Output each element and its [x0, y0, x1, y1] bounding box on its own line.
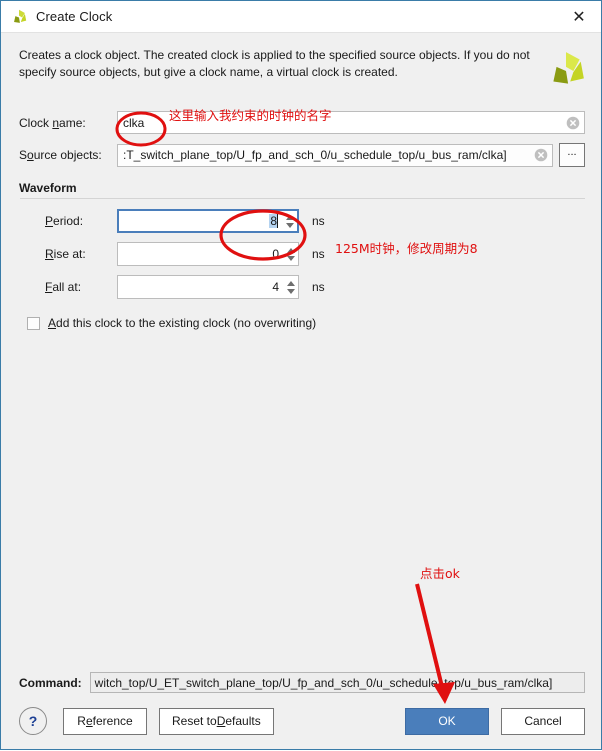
- chevron-up-icon[interactable]: [286, 280, 295, 286]
- rise-at-label: Rise at:: [45, 247, 86, 261]
- create-clock-dialog: Create Clock ✕ Creates a clock object. T…: [0, 0, 602, 750]
- fall-at-row: Fall at: 4 ns: [19, 275, 585, 299]
- waveform-group: Waveform Period: 8 ns Rise at: 0 ns Fall…: [19, 181, 585, 330]
- source-objects-input[interactable]: :T_switch_plane_top/U_fp_and_sch_0/u_sch…: [117, 143, 553, 167]
- clear-icon[interactable]: [534, 148, 548, 162]
- fall-at-value-area[interactable]: 4: [118, 276, 283, 298]
- chevron-up-icon[interactable]: [286, 247, 295, 253]
- clear-icon[interactable]: [566, 116, 580, 130]
- chevron-up-icon[interactable]: [285, 214, 294, 220]
- source-objects-value: :T_switch_plane_top/U_fp_and_sch_0/u_sch…: [123, 148, 507, 162]
- cancel-button[interactable]: Cancel: [501, 707, 585, 735]
- chevron-down-icon[interactable]: [285, 222, 294, 228]
- browse-button[interactable]: ...: [559, 143, 585, 167]
- group-divider: [20, 198, 585, 199]
- fall-at-value: 4: [272, 280, 279, 294]
- rise-at-value-area[interactable]: 0: [118, 243, 283, 265]
- dialog-body: Clock name: clka Source objects: :T_swit…: [1, 99, 601, 672]
- vivado-logo-icon: [10, 8, 28, 26]
- command-row: Command: witch_top/U_ET_switch_plane_top…: [19, 672, 585, 693]
- clock-name-label: Clock name:: [19, 115, 86, 130]
- help-button[interactable]: ?: [19, 707, 47, 735]
- reference-button[interactable]: Re ference: [63, 707, 147, 735]
- rise-at-stepper[interactable]: 0: [117, 242, 299, 266]
- source-objects-row: Source objects: :T_switch_plane_top/U_fp…: [19, 143, 585, 167]
- rise-at-row: Rise at: 0 ns: [19, 242, 585, 266]
- dialog-footer: Command: witch_top/U_ET_switch_plane_top…: [1, 672, 601, 749]
- command-value: witch_top/U_ET_switch_plane_top/U_fp_and…: [94, 675, 553, 690]
- rise-at-unit: ns: [312, 247, 325, 261]
- period-row: Period: 8 ns: [19, 209, 585, 233]
- add-to-existing-clock-label: Add this clock to the existing clock (no…: [48, 316, 317, 330]
- chevron-down-icon[interactable]: [286, 255, 295, 261]
- clock-name-value: clka: [123, 115, 145, 130]
- description-banner: Creates a clock object. The created cloc…: [1, 32, 601, 99]
- add-to-existing-clock-row[interactable]: Add this clock to the existing clock (no…: [19, 316, 585, 330]
- clock-name-input[interactable]: clka: [117, 111, 585, 134]
- vivado-logo-icon: [545, 49, 587, 91]
- clock-name-row: Clock name: clka: [19, 111, 585, 134]
- command-label: Command:: [19, 675, 82, 690]
- close-icon[interactable]: ✕: [557, 2, 601, 32]
- rise-at-value: 0: [272, 247, 279, 261]
- period-spin-arrows[interactable]: [282, 211, 297, 231]
- fall-at-stepper[interactable]: 4: [117, 275, 299, 299]
- period-unit: ns: [312, 214, 325, 228]
- button-row: ? Re ference Reset to Defaults OK Cancel: [19, 707, 585, 735]
- period-value-area[interactable]: 8: [119, 211, 282, 231]
- ok-button[interactable]: OK: [405, 707, 489, 735]
- rise-at-spin-arrows[interactable]: [283, 243, 298, 265]
- reset-to-defaults-button[interactable]: Reset to Defaults: [159, 707, 274, 735]
- waveform-group-title: Waveform: [19, 181, 77, 195]
- description-text: Creates a clock object. The created cloc…: [19, 48, 530, 79]
- title-bar: Create Clock ✕: [1, 1, 601, 32]
- window-title: Create Clock: [36, 9, 113, 24]
- source-objects-label: Source objects:: [19, 148, 102, 162]
- chevron-down-icon[interactable]: [286, 288, 295, 294]
- period-stepper[interactable]: 8: [117, 209, 299, 233]
- command-field[interactable]: witch_top/U_ET_switch_plane_top/U_fp_and…: [89, 672, 585, 693]
- period-value: 8: [269, 214, 278, 228]
- fall-at-unit: ns: [312, 280, 325, 294]
- add-to-existing-clock-checkbox[interactable]: [27, 316, 40, 330]
- period-label: Period:: [45, 214, 84, 228]
- fall-at-label: Fall at:: [45, 280, 82, 294]
- fall-at-spin-arrows[interactable]: [283, 276, 298, 298]
